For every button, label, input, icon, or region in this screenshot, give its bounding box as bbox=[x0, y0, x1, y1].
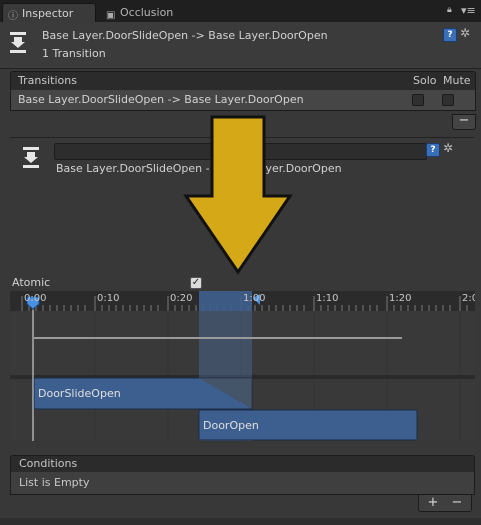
tab-inspector[interactable]: ⓘ Inspector bbox=[2, 3, 96, 23]
help-icon[interactable]: ? bbox=[443, 28, 457, 42]
conditions-title: Conditions bbox=[19, 457, 78, 470]
transition-row[interactable]: Base Layer.DoorSlideOpen -> Base Layer.D… bbox=[10, 90, 476, 111]
tab-occlusion[interactable]: ▣ Occlusion bbox=[100, 3, 200, 22]
tick-label: 1:10 bbox=[316, 293, 339, 304]
header-subtitle: 1 Transition bbox=[42, 47, 106, 60]
transition-detail-label: Base Layer.DoorSlideOpen -> Base Layer.D… bbox=[56, 162, 342, 175]
mute-column-label: Mute bbox=[443, 74, 471, 87]
tick-label: 0:00 bbox=[24, 293, 47, 304]
transition-icon bbox=[22, 146, 40, 168]
tab-inspector-label: Inspector bbox=[22, 7, 74, 20]
remove-condition-button[interactable]: − bbox=[445, 495, 469, 511]
conditions-list: List is Empty bbox=[10, 472, 475, 495]
atomic-label: Atomic bbox=[12, 276, 51, 289]
add-condition-button[interactable]: + bbox=[421, 495, 445, 511]
tab-occlusion-label: Occlusion bbox=[120, 6, 174, 19]
header-title: Base Layer.DoorSlideOpen -> Base Layer.D… bbox=[42, 29, 328, 42]
transition-name-field[interactable] bbox=[54, 143, 427, 160]
tick-label: 1:20 bbox=[389, 293, 412, 304]
transition-icon bbox=[9, 31, 27, 53]
tick-label: 2:0 bbox=[462, 293, 475, 304]
gear-icon[interactable]: ✲ bbox=[460, 26, 470, 40]
transition-row-label: Base Layer.DoorSlideOpen -> Base Layer.D… bbox=[18, 93, 304, 106]
solo-checkbox[interactable] bbox=[412, 94, 424, 106]
remove-transition-button[interactable]: − bbox=[452, 114, 476, 130]
help-icon[interactable]: ? bbox=[426, 143, 440, 157]
clip-label-destination[interactable]: DoorOpen bbox=[203, 419, 259, 432]
tick-label: 0:20 bbox=[170, 293, 193, 304]
gear-icon[interactable]: ✲ bbox=[443, 141, 453, 155]
transition-timeline[interactable]: 0:00 0:10 0:20 1:00 1:10 1:20 2:0 DoorSl… bbox=[10, 291, 475, 441]
solo-column-label: Solo bbox=[413, 74, 437, 87]
lock-icon[interactable]: 🔒︎ bbox=[447, 5, 452, 15]
menu-icon[interactable]: ▾≡ bbox=[461, 4, 476, 17]
conditions-buttons: + − bbox=[418, 495, 472, 512]
transition-detail: ? ✲ Base Layer.DoorSlideOpen -> Base Lay… bbox=[10, 137, 474, 271]
conditions-header: Conditions bbox=[10, 455, 475, 473]
mute-checkbox[interactable] bbox=[442, 94, 454, 106]
conditions-empty-text: List is Empty bbox=[19, 476, 90, 489]
transitions-list: Transitions Solo Mute Base Layer.DoorSli… bbox=[10, 71, 476, 130]
clip-label-source[interactable]: DoorSlideOpen bbox=[38, 387, 121, 400]
tick-label: 0:10 bbox=[97, 293, 120, 304]
inspector-header: Base Layer.DoorSlideOpen -> Base Layer.D… bbox=[0, 22, 481, 69]
tab-bar: ⓘ Inspector ▣ Occlusion 🔒︎ ▾≡ bbox=[0, 0, 481, 23]
tick-label: 1:00 bbox=[243, 293, 266, 304]
transitions-header: Transitions Solo Mute bbox=[10, 71, 476, 91]
transitions-title: Transitions bbox=[18, 74, 77, 87]
atomic-checkbox[interactable]: ✓ bbox=[190, 277, 202, 289]
panel-bottom bbox=[0, 518, 481, 525]
